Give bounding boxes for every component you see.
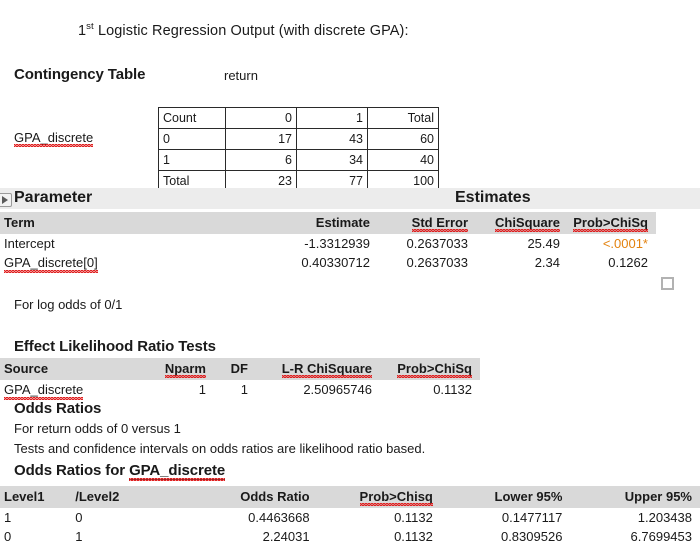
cell-level2: 1	[75, 528, 83, 544]
column-header-prob-chisq[interactable]: Prob>ChiSq	[568, 212, 656, 234]
cell-upper-95: 6.7699453	[630, 528, 692, 544]
cell-prob-chisq: <.0001*	[602, 235, 648, 251]
cell-std-error: 0.2637033	[406, 235, 468, 251]
table-header-row: Level1 /Level2 Odds Ratio Prob>Chisq Low…	[0, 486, 700, 508]
cell-prob-chisq: 0.1132	[394, 509, 433, 525]
column-header-chisquare[interactable]: ChiSquare	[476, 212, 568, 234]
cell-term: GPA_discrete[0]	[4, 254, 98, 273]
column-header-level2[interactable]: /Level2	[75, 486, 180, 508]
cell-prob-chisq: 0.1262	[608, 254, 648, 270]
effect-likelihood-heading: Effect Likelihood Ratio Tests	[14, 338, 216, 355]
cell-value: 6	[225, 149, 297, 171]
cell-upper-95: 1.203438	[637, 509, 692, 525]
disclosure-triangle-icon[interactable]	[0, 193, 12, 207]
parameter-estimates-title-left: Parameter	[14, 189, 93, 206]
contingency-table-heading: Contingency Table	[14, 66, 146, 83]
cell-estimate: -1.3312939	[304, 235, 370, 251]
cell-prob-chisq: 0.1132	[394, 528, 433, 544]
column-header-df[interactable]: DF	[214, 358, 256, 380]
column-header-prob-chisq[interactable]: Prob>ChiSq	[380, 358, 480, 380]
column-header-estimate[interactable]: Estimate	[262, 212, 378, 234]
table-header-row: Source Nparm DF L-R ChiSquare Prob>ChiSq	[0, 358, 480, 380]
table-row: GPA_discrete[0] 0.40330712 0.2637033 2.3…	[0, 253, 656, 273]
column-header-lower-95[interactable]: Lower 95%	[440, 486, 571, 508]
contingency-col-1: 1	[296, 107, 368, 129]
column-header-prob-chisq[interactable]: Prob>Chisq	[317, 486, 441, 508]
parameter-estimates-title-right: Estimates	[455, 189, 531, 206]
contingency-col-0: 0	[225, 107, 297, 129]
page-title-rest: Logistic Regression Output (with discret…	[93, 22, 409, 39]
page-title: 1st Logistic Regression Output (with dis…	[78, 21, 409, 39]
cell-value: 34	[296, 149, 368, 171]
cell-df: 1	[240, 381, 248, 397]
odds-ratios-heading: Odds Ratios	[14, 400, 102, 417]
table-row-header: Count 0 1 Total	[158, 107, 439, 129]
cell-label: 1	[158, 149, 226, 171]
effect-likelihood-table: Source Nparm DF L-R ChiSquare Prob>ChiSq…	[0, 358, 480, 400]
column-header-odds-ratio[interactable]: Odds Ratio	[179, 486, 318, 508]
cell-source: GPA_discrete	[4, 381, 84, 400]
column-header-term: Term	[0, 212, 262, 234]
table-header-row: Term Estimate Std Error ChiSquare Prob>C…	[0, 212, 656, 234]
cell-term: Intercept	[4, 235, 55, 251]
cell-value: 60	[367, 128, 439, 150]
cell-odds-ratio: 0.4463668	[248, 509, 310, 525]
page-title-number: 1	[78, 22, 87, 39]
odds-ratios-subheading: Odds Ratios for GPA_discrete	[14, 462, 226, 481]
cell-label: 0	[158, 128, 226, 150]
cell-prob-chisq: 0.1132	[433, 381, 472, 397]
column-header-upper-95[interactable]: Upper 95%	[570, 486, 700, 508]
column-header-level1[interactable]: Level1	[0, 486, 76, 508]
cell-value: 17	[225, 128, 297, 150]
cell-estimate: 0.40330712	[301, 254, 370, 270]
cell-chisquare: 25.49	[527, 235, 560, 251]
cell-level2: 0	[75, 509, 83, 525]
contingency-row-variable-label: GPA_discrete	[14, 130, 94, 147]
odds-ratios-subheading-variable: GPA_discrete	[129, 462, 226, 481]
cell-lower-95: 0.1477117	[501, 509, 563, 525]
cell-level1: 1	[4, 509, 12, 525]
odds-ratios-table: Level1 /Level2 Odds Ratio Prob>Chisq Low…	[0, 486, 700, 546]
column-header-std-error[interactable]: Std Error	[378, 212, 476, 234]
cell-nparm: 1	[198, 381, 206, 397]
cell-value: 43	[296, 128, 368, 150]
resize-handle-icon[interactable]	[661, 277, 674, 290]
cell-std-error: 0.2637033	[406, 254, 468, 270]
contingency-row-variable-text: GPA_discrete	[14, 130, 94, 147]
cell-value: 40	[367, 149, 439, 171]
odds-ratios-note-2: Tests and confidence intervals on odds r…	[14, 441, 426, 456]
cell-lr-chisquare: 2.50965746	[303, 381, 372, 397]
parameter-estimates-table: Term Estimate Std Error ChiSquare Prob>C…	[0, 212, 656, 273]
page-title-ordinal-suffix: st	[86, 21, 94, 32]
cell-lower-95: 0.8309526	[500, 528, 563, 544]
contingency-table: Count 0 1 Total 0 17 43 60 1 6 34 40 Tot…	[158, 107, 439, 192]
table-row: GPA_discrete 1 1 2.50965746 0.1132	[0, 380, 480, 400]
parameter-estimates-title-band	[0, 188, 700, 209]
table-row: 0 17 43 60	[158, 128, 439, 150]
cell-chisquare: 2.34	[534, 254, 560, 270]
column-header-source: Source	[0, 358, 118, 380]
contingency-col-total: Total	[367, 107, 439, 129]
column-header-nparm[interactable]: Nparm	[118, 358, 214, 380]
parameter-estimates-footnote: For log odds of 0/1	[14, 297, 123, 312]
table-row: 1 0 0.4463668 0.1132 0.1477117 1.203438	[0, 508, 700, 527]
table-row: 0 1 2.24031 0.1132 0.8309526 6.7699453	[0, 527, 700, 546]
cell-level1: 0	[4, 528, 12, 544]
contingency-response-label: return	[224, 68, 258, 83]
column-header-lr-chisquare[interactable]: L-R ChiSquare	[256, 358, 380, 380]
cell-odds-ratio: 2.24031	[262, 528, 310, 544]
odds-ratios-note-1: For return odds of 0 versus 1	[14, 421, 181, 436]
contingency-col-count: Count	[158, 107, 226, 129]
table-row: Intercept -1.3312939 0.2637033 25.49 <.0…	[0, 234, 656, 253]
table-row: 1 6 34 40	[158, 149, 439, 171]
odds-ratios-subheading-prefix: Odds Ratios for	[14, 462, 130, 479]
